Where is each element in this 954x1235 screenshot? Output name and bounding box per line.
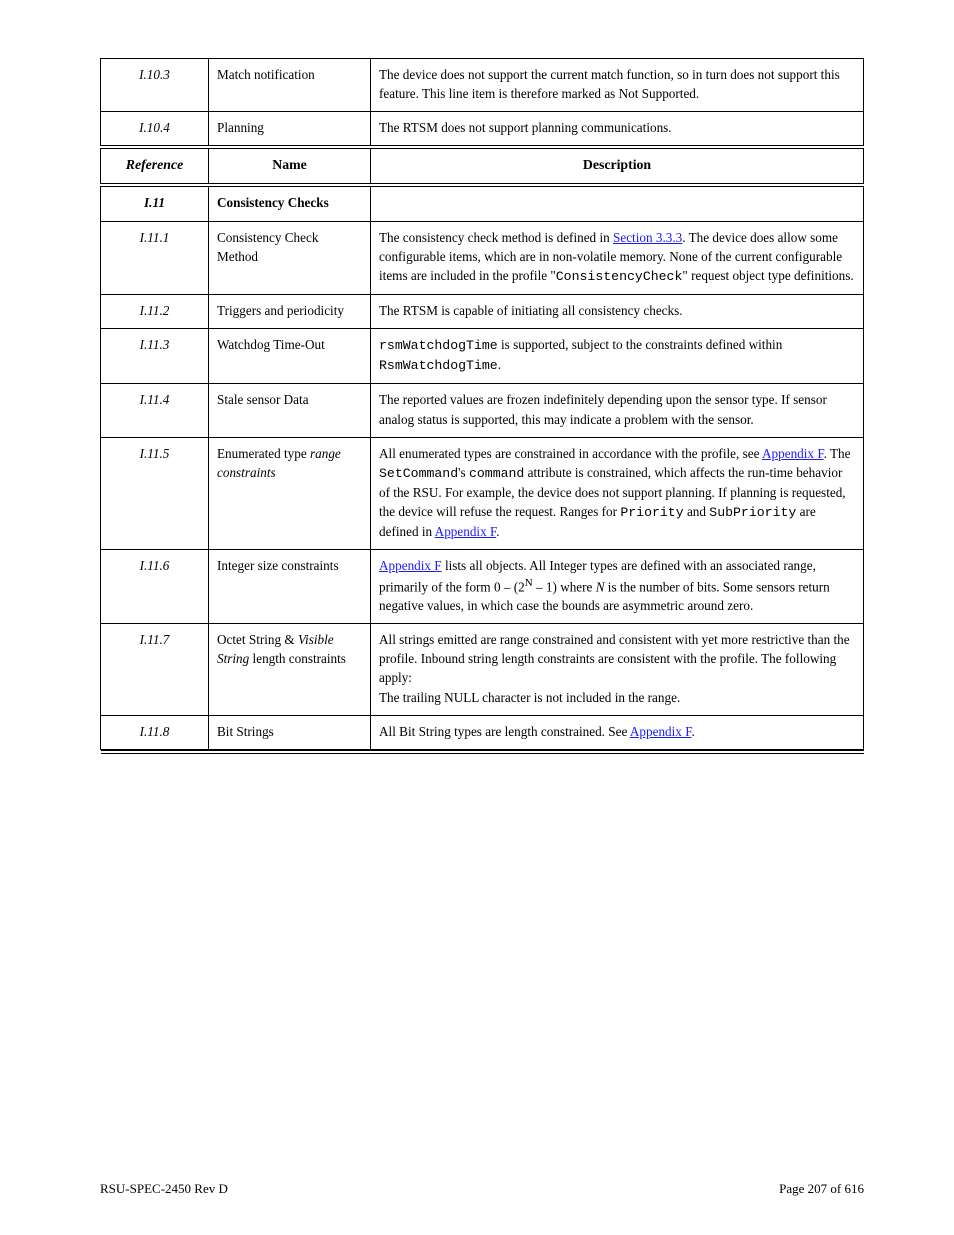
- cell-name: Bit Strings: [209, 715, 371, 749]
- cell-name: Octet String & Visible String length con…: [209, 624, 371, 716]
- cell-description: Appendix F lists all objects. All Intege…: [371, 550, 864, 624]
- header-reference: Reference: [101, 147, 209, 185]
- cell-name: Watchdog Time-Out: [209, 329, 371, 384]
- cell-reference: I.10.3: [101, 59, 209, 112]
- cell-name: Stale sensor Data: [209, 384, 371, 437]
- spec-table: I.10.3Match notificationThe device does …: [100, 58, 864, 754]
- cell-reference: I.11.2: [101, 294, 209, 328]
- cell-description: The consistency check method is defined …: [371, 221, 864, 294]
- table-row: I.11.3Watchdog Time-OutrsmWatchdogTime i…: [101, 329, 864, 384]
- table-row: I.11.6Integer size constraintsAppendix F…: [101, 550, 864, 624]
- cell-description: The device does not support the current …: [371, 59, 864, 112]
- cell-name: Match notification: [209, 59, 371, 112]
- table-row: I.11.5Enumerated type range constraintsA…: [101, 437, 864, 550]
- footer-page-num: Page 207 of 616: [779, 1181, 864, 1197]
- section-ref: I.11: [101, 185, 209, 221]
- cell-reference: I.11.1: [101, 221, 209, 294]
- table-row: I.10.3Match notificationThe device does …: [101, 59, 864, 112]
- document-page: I.10.3Match notificationThe device does …: [0, 0, 954, 1235]
- footer-doc-id: RSU-SPEC-2450 Rev D: [100, 1181, 228, 1197]
- cell-name: Enumerated type range constraints: [209, 437, 371, 550]
- cell-name: Consistency Check Method: [209, 221, 371, 294]
- section-header-row: I.11 Consistency Checks: [101, 185, 864, 221]
- cell-reference: I.10.4: [101, 112, 209, 148]
- header-description: Description: [371, 147, 864, 185]
- link-appendix-f-4[interactable]: Appendix F: [630, 724, 692, 739]
- table-row: I.11.2Triggers and periodicityThe RTSM i…: [101, 294, 864, 328]
- cell-description: rsmWatchdogTime is supported, subject to…: [371, 329, 864, 384]
- cell-name: Integer size constraints: [209, 550, 371, 624]
- link-appendix-f-3[interactable]: Appendix F: [379, 558, 442, 573]
- cell-description: All Bit String types are length constrai…: [371, 715, 864, 749]
- cell-reference: I.11.4: [101, 384, 209, 437]
- cell-name: Triggers and periodicity: [209, 294, 371, 328]
- table-row: I.11.8Bit StringsAll Bit String types ar…: [101, 715, 864, 749]
- cell-reference: I.11.6: [101, 550, 209, 624]
- cell-description: The RTSM is capable of initiating all co…: [371, 294, 864, 328]
- table-row: I.11.1Consistency Check MethodThe consis…: [101, 221, 864, 294]
- cell-description: All strings emitted are range constraine…: [371, 624, 864, 716]
- table-end-row: [101, 749, 864, 752]
- cell-reference: I.11.5: [101, 437, 209, 550]
- cell-description: The reported values are frozen indefinit…: [371, 384, 864, 437]
- table-row: I.11.7Octet String & Visible String leng…: [101, 624, 864, 716]
- page-footer: RSU-SPEC-2450 Rev D Page 207 of 616: [100, 1181, 864, 1197]
- section-name: Consistency Checks: [209, 185, 371, 221]
- cell-reference: I.11.7: [101, 624, 209, 716]
- link-section-3-3-3[interactable]: Section 3.3.3: [613, 230, 682, 245]
- cell-reference: I.11.8: [101, 715, 209, 749]
- cell-reference: I.11.3: [101, 329, 209, 384]
- cell-name: Planning: [209, 112, 371, 148]
- cell-description: All enumerated types are constrained in …: [371, 437, 864, 550]
- section-desc: [371, 185, 864, 221]
- table-header-row: Reference Name Description: [101, 147, 864, 185]
- table-row: I.11.4Stale sensor DataThe reported valu…: [101, 384, 864, 437]
- table-row: I.10.4PlanningThe RTSM does not support …: [101, 112, 864, 148]
- cell-description: The RTSM does not support planning commu…: [371, 112, 864, 148]
- header-name: Name: [209, 147, 371, 185]
- link-appendix-f-1[interactable]: Appendix F: [762, 446, 824, 461]
- link-appendix-f-2[interactable]: Appendix F: [435, 524, 497, 539]
